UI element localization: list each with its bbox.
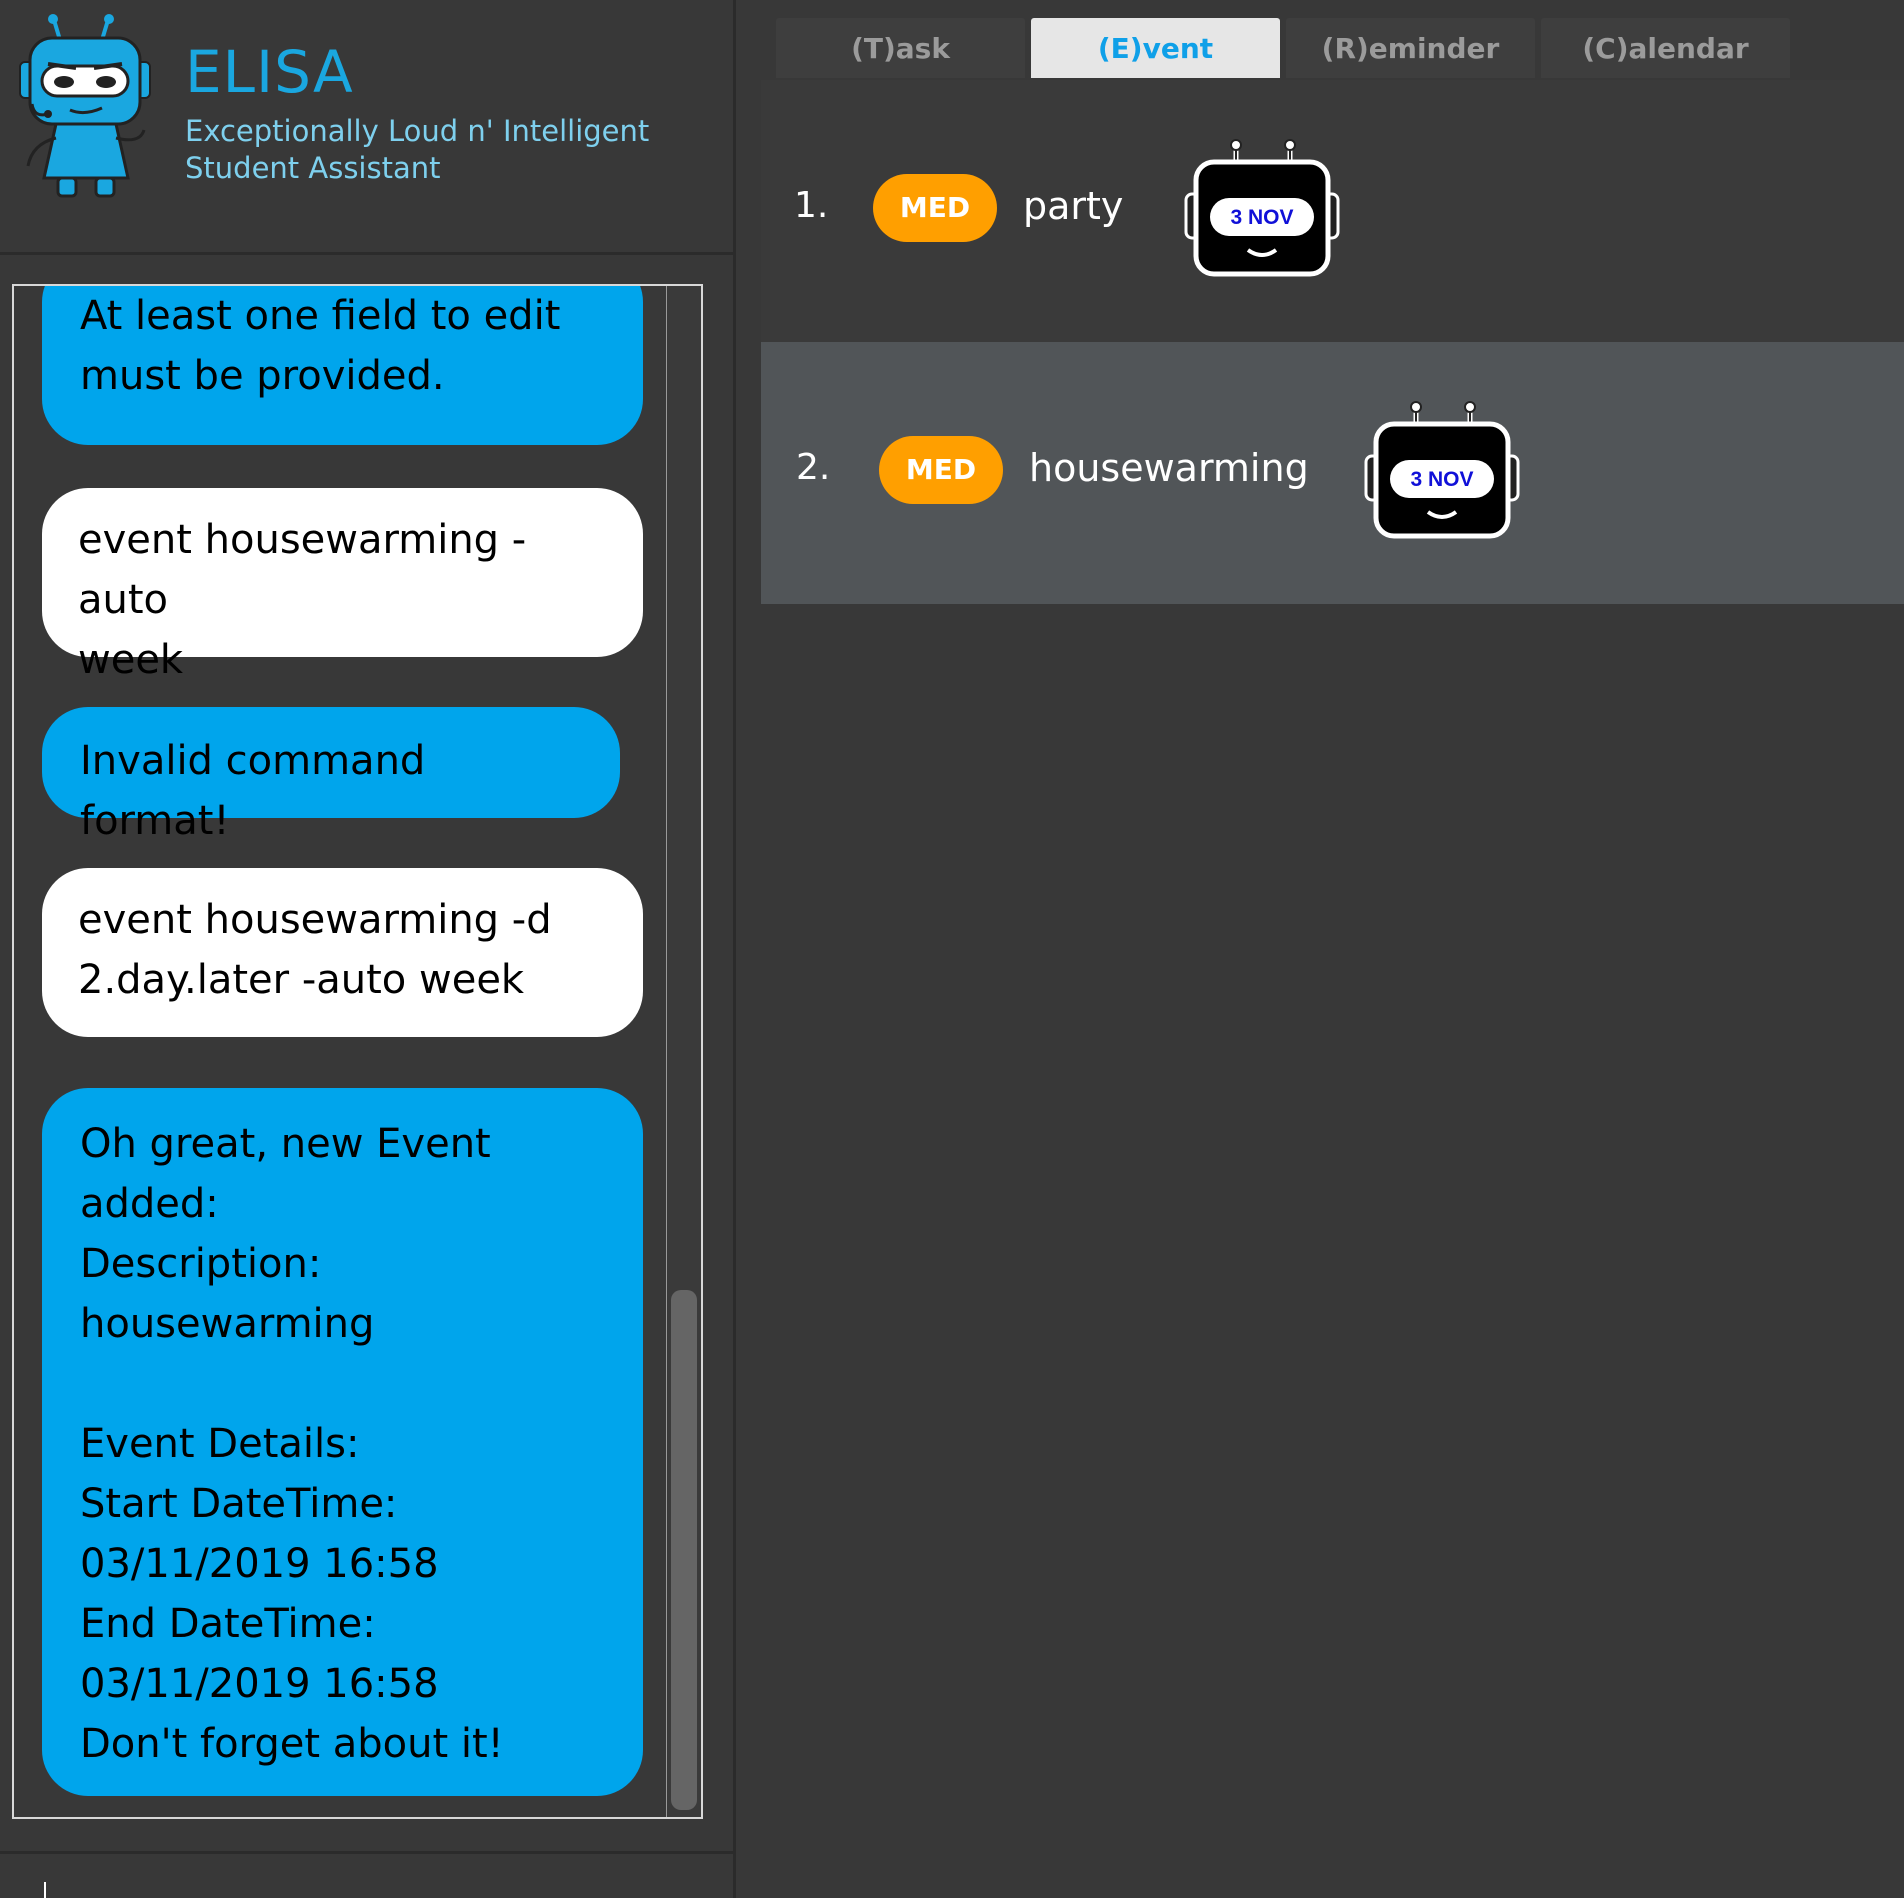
app-title: ELISA xyxy=(185,38,354,106)
event-list: 1. MED party 3 NOV 2. MED housewarming 3… xyxy=(761,80,1904,605)
robot-date-icon: 3 NOV xyxy=(1184,139,1340,277)
event-description: housewarming xyxy=(1029,446,1309,490)
priority-badge: MED xyxy=(879,436,1003,504)
tab-event[interactable]: (E)vent xyxy=(1031,18,1280,78)
event-index: 2. xyxy=(796,447,831,488)
user-message: event housewarming -d 2.day.later -auto … xyxy=(42,868,643,1037)
app-subtitle-line2: Student Assistant xyxy=(185,151,441,185)
app-header: ELISA Exceptionally Loud n' Intelligent … xyxy=(0,0,733,254)
robot-mascot-icon xyxy=(19,14,151,198)
chat-scrollbar-thumb[interactable] xyxy=(671,1290,697,1810)
elisa-message: At least one field to edit must be provi… xyxy=(42,286,643,445)
elisa-message: Invalid command format! xyxy=(42,707,620,844)
date-badge-text: 3 NOV xyxy=(1230,206,1293,229)
app-subtitle-line1: Exceptionally Loud n' Intelligent xyxy=(185,114,650,148)
header-divider xyxy=(0,252,733,255)
command-input[interactable] xyxy=(0,1854,733,1898)
event-description: party xyxy=(1023,184,1124,228)
event-row[interactable]: 2. MED housewarming 3 NOV xyxy=(761,342,1904,604)
list-panel: (T)ask (E)vent (R)eminder (C)alendar 1. … xyxy=(736,0,1904,1898)
priority-badge: MED xyxy=(873,174,997,242)
event-row[interactable]: 1. MED party 3 NOV xyxy=(761,80,1904,342)
tab-bar: (T)ask (E)vent (R)eminder (C)alendar xyxy=(736,0,1904,80)
chat-message-list[interactable]: At least one field to edit must be provi… xyxy=(14,286,667,1817)
elisa-app-window: ELISA Exceptionally Loud n' Intelligent … xyxy=(0,0,1904,1898)
event-index: 1. xyxy=(794,185,829,226)
chat-history[interactable]: At least one field to edit must be provi… xyxy=(12,284,703,1819)
chat-panel: ELISA Exceptionally Loud n' Intelligent … xyxy=(0,0,733,1898)
date-badge-text: 3 NOV xyxy=(1410,468,1473,491)
elisa-message: Oh great, new Event added: Description: … xyxy=(42,1088,643,1796)
text-caret xyxy=(44,1882,46,1898)
tab-task[interactable]: (T)ask xyxy=(776,18,1025,78)
tab-calendar[interactable]: (C)alendar xyxy=(1541,18,1790,78)
tab-reminder[interactable]: (R)eminder xyxy=(1286,18,1535,78)
user-message: event housewarming -auto week xyxy=(42,488,643,683)
robot-date-icon: 3 NOV xyxy=(1364,401,1520,539)
